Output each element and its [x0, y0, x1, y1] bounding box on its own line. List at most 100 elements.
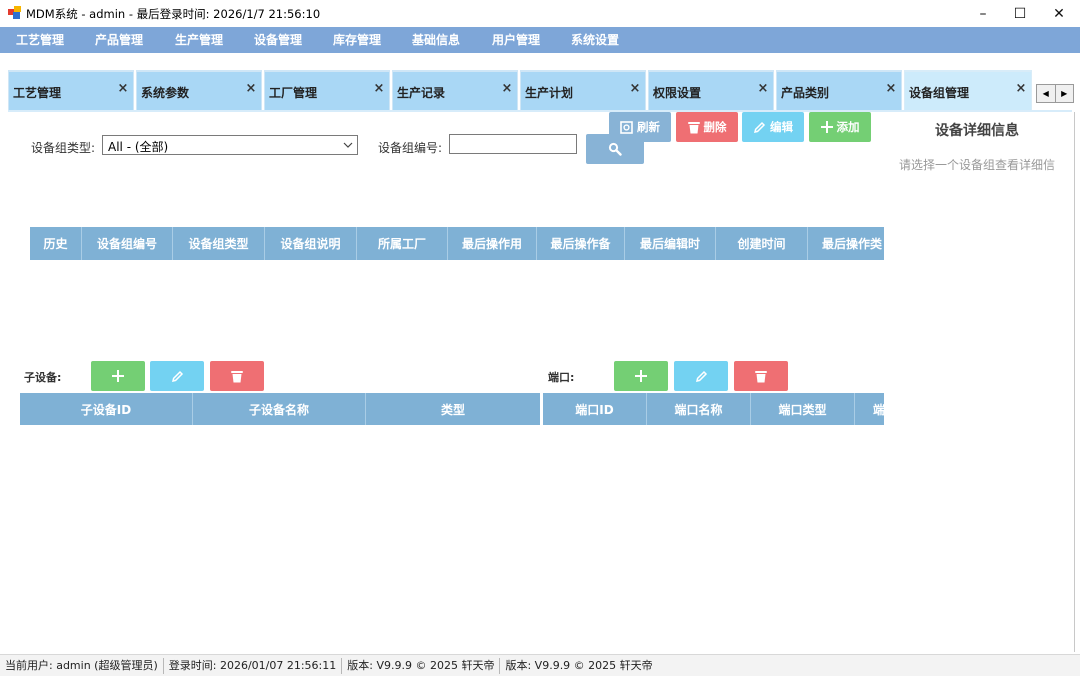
menu-product[interactable]: 产品管理 — [95, 27, 143, 53]
column-header[interactable]: 设备组编号 — [82, 227, 173, 260]
tab-label: 权限设置 — [653, 86, 702, 100]
delete-sub-device-button[interactable] — [210, 361, 264, 391]
select-value: All - (全部) — [108, 140, 169, 154]
window-title: MDM系统 - admin - 最后登录时间: 2026/1/7 21:56:1… — [26, 7, 321, 21]
column-header[interactable]: 端口名称 — [647, 393, 751, 425]
ports-label: 端口: — [548, 371, 575, 384]
tab-device-group[interactable]: 设备组管理 × — [904, 70, 1032, 111]
column-header[interactable]: 子设备ID — [20, 393, 193, 425]
tab-scroll-buttons: ◀ ▶ — [1036, 84, 1074, 103]
tab-label: 生产计划 — [525, 86, 574, 100]
menu-production[interactable]: 生产管理 — [175, 27, 223, 53]
app-window: MDM系统 - admin - 最后登录时间: 2026/1/7 21:56:1… — [0, 0, 1080, 676]
add-button[interactable]: 添加 — [809, 112, 871, 142]
tab-strip: 工艺管理 × 系统参数 × 工厂管理 × 生产记录 × 生产计划 × 权限设置 … — [0, 70, 1080, 112]
chevron-down-icon — [343, 137, 353, 156]
menu-process[interactable]: 工艺管理 — [16, 27, 64, 53]
pencil-icon — [753, 121, 766, 134]
tab-close-icon[interactable]: × — [244, 82, 258, 96]
column-header[interactable]: 类型 — [366, 393, 540, 425]
status-bar: 当前用户: admin (超级管理员) 登录时间: 2026/01/07 21:… — [0, 654, 1080, 676]
edit-port-button[interactable] — [674, 361, 728, 391]
app-icon — [8, 6, 21, 19]
column-header[interactable]: 最后编辑时 — [625, 227, 716, 260]
menu-basic-info[interactable]: 基础信息 — [412, 27, 460, 53]
column-header[interactable]: 最后操作用 — [448, 227, 537, 260]
refresh-label: 刷新 — [637, 120, 660, 134]
delete-button[interactable]: 删除 — [676, 112, 738, 142]
menu-users[interactable]: 用户管理 — [492, 27, 540, 53]
column-header[interactable]: 设备组说明 — [265, 227, 357, 260]
column-header[interactable]: 最后操作备 — [537, 227, 625, 260]
device-group-type-select[interactable]: All - (全部) — [102, 135, 358, 155]
tab-close-icon[interactable]: × — [1014, 82, 1028, 96]
tab-label: 系统参数 — [141, 86, 190, 100]
sub-devices-label: 子设备: — [24, 371, 62, 384]
close-window-button[interactable]: ✕ — [1036, 0, 1080, 27]
status-version-2: 版本: V9.9.9 © 2025 轩天帝 — [505, 658, 653, 672]
tab-divider — [8, 110, 1072, 112]
search-icon — [608, 142, 622, 156]
add-label: 添加 — [836, 120, 860, 134]
trash-icon — [755, 370, 767, 383]
plus-icon — [112, 370, 124, 382]
tab-close-icon[interactable]: × — [756, 82, 770, 96]
tab-process[interactable]: 工艺管理 × — [8, 70, 134, 111]
tab-close-icon[interactable]: × — [884, 82, 898, 96]
menu-equipment[interactable]: 设备管理 — [254, 27, 302, 53]
tab-next-icon[interactable]: ▶ — [1056, 85, 1074, 102]
column-header[interactable]: 端口类型 — [751, 393, 855, 425]
plus-icon — [635, 370, 647, 382]
edit-button[interactable]: 编辑 — [742, 112, 804, 142]
column-header[interactable]: 最后操作类 — [808, 227, 884, 260]
edit-sub-device-button[interactable] — [150, 361, 204, 391]
pencil-icon — [171, 370, 184, 383]
delete-label: 删除 — [703, 120, 727, 134]
sub-device-grid-header: 子设备ID 子设备名称 类型 — [20, 393, 540, 425]
status-login-time: 登录时间: 2026/01/07 21:56:11 — [164, 657, 343, 674]
column-header[interactable]: 历史 — [30, 227, 82, 260]
status-version: 版本: V9.9.9 © 2025 轩天帝 — [342, 657, 501, 674]
column-header[interactable]: 子设备名称 — [193, 393, 366, 425]
device-group-code-label: 设备组编号: — [378, 141, 443, 155]
status-current-user: 当前用户: admin (超级管理员) — [0, 657, 164, 674]
tab-label: 设备组管理 — [909, 86, 970, 100]
tab-close-icon[interactable]: × — [628, 82, 642, 96]
tab-system-params[interactable]: 系统参数 × — [136, 70, 262, 111]
column-header[interactable]: 设备组类型 — [173, 227, 265, 260]
device-group-type-label: 设备组类型: — [31, 141, 96, 155]
add-port-button[interactable] — [614, 361, 668, 391]
column-header[interactable]: 端口ID — [543, 393, 647, 425]
detail-panel-hint: 请选择一个设备组查看详细信 — [898, 158, 1055, 172]
tab-close-icon[interactable]: × — [372, 82, 386, 96]
content-border — [1074, 112, 1075, 652]
tab-label: 产品类别 — [781, 86, 830, 100]
tab-prev-icon[interactable]: ◀ — [1037, 85, 1056, 102]
column-header[interactable]: 所属工厂 — [357, 227, 448, 260]
menu-bar: 工艺管理 产品管理 生产管理 设备管理 库存管理 基础信息 用户管理 系统设置 — [0, 27, 1080, 53]
tab-permissions[interactable]: 权限设置 × — [648, 70, 774, 111]
menu-settings[interactable]: 系统设置 — [571, 27, 619, 53]
trash-icon — [687, 121, 700, 134]
column-header[interactable]: 端 — [855, 393, 884, 425]
detail-panel-title: 设备详细信息 — [935, 123, 1019, 139]
tab-factory[interactable]: 工厂管理 × — [264, 70, 390, 111]
tab-label: 生产记录 — [397, 86, 446, 100]
menu-inventory[interactable]: 库存管理 — [333, 27, 381, 53]
title-bar: MDM系统 - admin - 最后登录时间: 2026/1/7 21:56:1… — [0, 0, 1080, 27]
tab-label: 工艺管理 — [13, 86, 62, 100]
refresh-icon — [620, 120, 633, 134]
device-group-code-input[interactable] — [449, 134, 577, 154]
port-grid-header: 端口ID 端口名称 端口类型 端 — [543, 393, 884, 425]
tab-product-category[interactable]: 产品类别 × — [776, 70, 902, 111]
trash-icon — [231, 370, 243, 383]
tab-production-record[interactable]: 生产记录 × — [392, 70, 518, 111]
device-group-grid-header: 历史 设备组编号 设备组类型 设备组说明 所属工厂 最后操作用 最后操作备 最后… — [30, 227, 884, 260]
tab-close-icon[interactable]: × — [500, 82, 514, 96]
delete-port-button[interactable] — [734, 361, 788, 391]
tab-production-plan[interactable]: 生产计划 × — [520, 70, 646, 111]
search-button[interactable] — [586, 134, 644, 164]
tab-close-icon[interactable]: × — [116, 82, 130, 96]
add-sub-device-button[interactable] — [91, 361, 145, 391]
column-header[interactable]: 创建时间 — [716, 227, 808, 260]
